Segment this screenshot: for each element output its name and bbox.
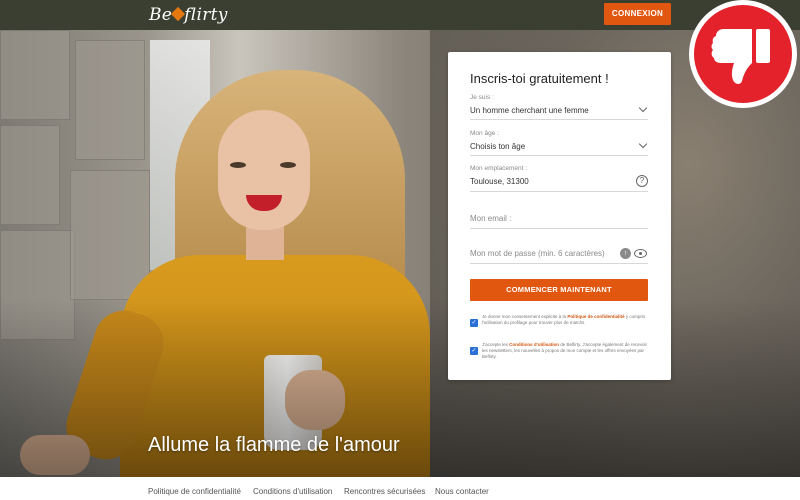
age-select[interactable]: Mon âge : Choisis ton âge (470, 130, 648, 156)
thumbs-down-icon (711, 29, 770, 84)
password-placeholder: Mon mot de passe (min. 6 caractères) (470, 249, 605, 258)
email-placeholder: Mon email : (470, 214, 512, 223)
chevron-down-icon (638, 103, 648, 113)
logo-text-left: Be (149, 5, 173, 25)
footer-link-safe-dating[interactable]: Rencontres sécurisées (344, 487, 425, 497)
password-field[interactable]: Mon mot de passe (min. 6 caractères) ↑ (470, 247, 648, 264)
signup-form: Inscris-toi gratuitement ! Je suis : Un … (448, 52, 671, 380)
privacy-checkbox[interactable]: ✓ (470, 319, 478, 327)
form-title: Inscris-toi gratuitement ! (470, 71, 609, 86)
terms-link[interactable]: Conditions d'utilisation (509, 342, 559, 347)
gender-label: Je suis : (470, 94, 494, 101)
footer-link-privacy[interactable]: Politique de confidentialité (148, 487, 241, 497)
privacy-consent: ✓ Je donne mon consentement explicite à … (470, 314, 648, 338)
question-circle-icon[interactable]: ? (636, 175, 648, 187)
terms-consent: ✓ J'accepte les Conditions d'utilisation… (470, 342, 648, 370)
footer-link-contact[interactable]: Nous contacter (435, 487, 489, 497)
top-bar: Be flirty CONNEXION (0, 0, 800, 30)
location-value: Toulouse, 31300 (470, 177, 529, 186)
brand-logo[interactable]: Be flirty (149, 4, 228, 26)
age-value: Choisis ton âge (470, 142, 526, 151)
terms-consent-text: J'accepte les Conditions d'utilisation d… (482, 342, 648, 360)
landing-page: Be flirty CONNEXION Allume la flamme de l… (0, 0, 800, 500)
location-input[interactable]: Mon emplacement : Toulouse, 31300 ? (470, 165, 648, 192)
footer-link-terms[interactable]: Conditions d'utilisation (253, 487, 332, 497)
hero-tagline: Allume la flamme de l'amour (148, 434, 400, 456)
email-field[interactable]: Mon email : (470, 212, 648, 229)
logo-text-right: flirty (184, 5, 228, 25)
hero-section (0, 30, 800, 477)
hero-shade (0, 30, 800, 477)
chevron-down-icon (638, 139, 648, 149)
gender-select[interactable]: Je suis : Un homme cherchant une femme (470, 94, 648, 120)
badge-circle (694, 5, 792, 103)
privacy-policy-link[interactable]: Politique de confidentialité (567, 314, 624, 319)
eye-icon[interactable] (634, 249, 647, 258)
thumbs-down-badge (689, 0, 797, 108)
location-label: Mon emplacement : (470, 165, 528, 172)
privacy-consent-text: Je donne mon consentement explicite à la… (482, 314, 648, 326)
terms-checkbox[interactable]: ✓ (470, 347, 478, 355)
terms-consent-prefix: J'accepte les (482, 342, 508, 347)
age-label: Mon âge : (470, 130, 499, 137)
footer: Politique de confidentialité Conditions … (0, 477, 800, 500)
gender-value: Un homme cherchant une femme (470, 106, 589, 115)
privacy-consent-prefix: Je donne mon consentement explicite à la (482, 314, 567, 319)
login-button[interactable]: CONNEXION (604, 3, 671, 25)
start-now-button[interactable]: COMMENCER MAINTENANT (470, 279, 648, 301)
key-icon[interactable]: ↑ (620, 248, 631, 259)
